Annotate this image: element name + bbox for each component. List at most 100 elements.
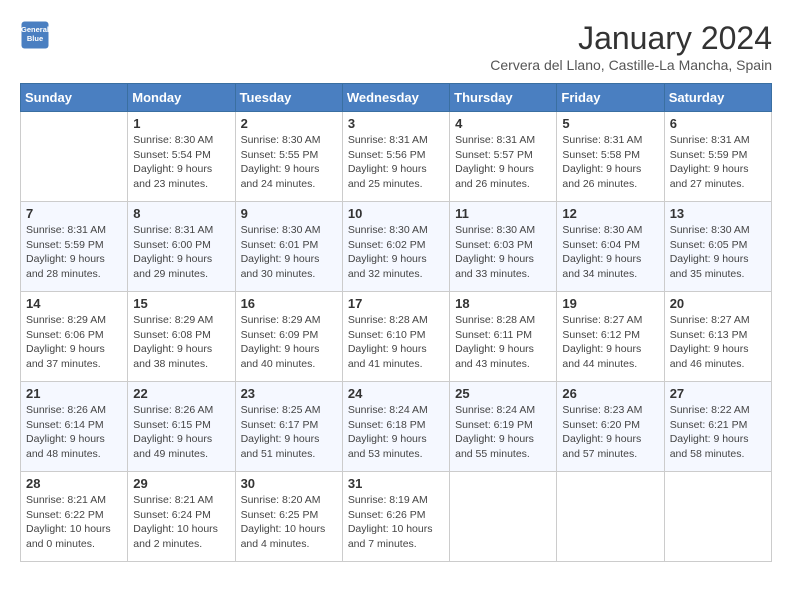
day-info: Sunrise: 8:30 AMSunset: 6:01 PMDaylight:…	[241, 223, 337, 282]
calendar-cell: 23Sunrise: 8:25 AMSunset: 6:17 PMDayligh…	[235, 382, 342, 472]
day-number: 31	[348, 476, 444, 491]
calendar-cell	[557, 472, 664, 562]
title-block: January 2024 Cervera del Llano, Castille…	[490, 20, 772, 73]
logo: General Blue	[20, 20, 50, 50]
day-info: Sunrise: 8:29 AMSunset: 6:09 PMDaylight:…	[241, 313, 337, 372]
week-row-3: 14 Sunrise: 8:29 AMSunset: 6:06 PMDayligh…	[21, 292, 772, 382]
calendar-cell: 3Sunrise: 8:31 AMSunset: 5:56 PMDaylight…	[342, 112, 449, 202]
calendar-cell: 7Sunrise: 8:31 AMSunset: 5:59 PMDaylight…	[21, 202, 128, 292]
day-info: Sunrise: 8:27 AMSunset: 6:13 PMDaylight:…	[670, 313, 766, 372]
day-info: Sunrise: 8:24 AMSunset: 6:19 PMDaylight:…	[455, 403, 551, 462]
calendar-cell: 17Sunrise: 8:28 AMSunset: 6:10 PMDayligh…	[342, 292, 449, 382]
day-info: Sunrise: 8:20 AMSunset: 6:25 PMDaylight:…	[241, 493, 337, 552]
calendar-cell: 24 Sunrise: 8:24 AMSunset: 6:18 PMDayligh…	[342, 382, 449, 472]
calendar-cell: 28 Sunrise: 8:21 AMSunset: 6:22 PMDayligh…	[21, 472, 128, 562]
calendar-cell: 1 Sunrise: 8:30 AMSunset: 5:54 PMDaylight…	[128, 112, 235, 202]
day-number: 13	[670, 206, 766, 221]
day-info: Sunrise: 8:29 AMSunset: 6:08 PMDaylight:…	[133, 313, 229, 372]
col-header-friday: Friday	[557, 84, 664, 112]
calendar-cell: 21 Sunrise: 8:26 AMSunset: 6:14 PMDayligh…	[21, 382, 128, 472]
day-number: 1	[133, 116, 229, 131]
day-info: Sunrise: 8:31 AMSunset: 5:58 PMDaylight:…	[562, 133, 658, 192]
calendar-title: January 2024	[490, 20, 772, 57]
day-number: 6	[670, 116, 766, 131]
day-number: 29	[133, 476, 229, 491]
day-info: Sunrise: 8:30 AMSunset: 6:04 PMDaylight:…	[562, 223, 658, 282]
calendar-cell: 18 Sunrise: 8:28 AMSunset: 6:11 PMDayligh…	[450, 292, 557, 382]
calendar-cell: 14 Sunrise: 8:29 AMSunset: 6:06 PMDayligh…	[21, 292, 128, 382]
day-number: 15	[133, 296, 229, 311]
week-row-2: 7Sunrise: 8:31 AMSunset: 5:59 PMDaylight…	[21, 202, 772, 292]
calendar-cell	[664, 472, 771, 562]
day-number: 25	[455, 386, 551, 401]
day-number: 22	[133, 386, 229, 401]
day-info: Sunrise: 8:30 AMSunset: 6:02 PMDaylight:…	[348, 223, 444, 282]
day-number: 24	[348, 386, 444, 401]
col-header-monday: Monday	[128, 84, 235, 112]
day-info: Sunrise: 8:24 AMSunset: 6:18 PMDaylight:…	[348, 403, 444, 462]
col-header-wednesday: Wednesday	[342, 84, 449, 112]
day-number: 8	[133, 206, 229, 221]
day-number: 10	[348, 206, 444, 221]
day-number: 28	[26, 476, 122, 491]
calendar-cell: 29Sunrise: 8:21 AMSunset: 6:24 PMDayligh…	[128, 472, 235, 562]
day-info: Sunrise: 8:21 AMSunset: 6:22 PMDaylight:…	[26, 493, 122, 552]
calendar-cell: 2 Sunrise: 8:30 AMSunset: 5:55 PMDaylight…	[235, 112, 342, 202]
calendar-cell: 30 Sunrise: 8:20 AMSunset: 6:25 PMDayligh…	[235, 472, 342, 562]
day-number: 16	[241, 296, 337, 311]
page-header: General Blue January 2024 Cervera del Ll…	[20, 20, 772, 73]
day-info: Sunrise: 8:29 AMSunset: 6:06 PMDaylight:…	[26, 313, 122, 372]
calendar-cell: 9 Sunrise: 8:30 AMSunset: 6:01 PMDaylight…	[235, 202, 342, 292]
day-info: Sunrise: 8:26 AMSunset: 6:15 PMDaylight:…	[133, 403, 229, 462]
day-number: 20	[670, 296, 766, 311]
week-row-4: 21 Sunrise: 8:26 AMSunset: 6:14 PMDayligh…	[21, 382, 772, 472]
calendar-cell: 31 Sunrise: 8:19 AMSunset: 6:26 PMDayligh…	[342, 472, 449, 562]
col-header-tuesday: Tuesday	[235, 84, 342, 112]
calendar-table: SundayMondayTuesdayWednesdayThursdayFrid…	[20, 83, 772, 562]
day-number: 19	[562, 296, 658, 311]
col-header-thursday: Thursday	[450, 84, 557, 112]
day-info: Sunrise: 8:26 AMSunset: 6:14 PMDaylight:…	[26, 403, 122, 462]
calendar-cell: 20 Sunrise: 8:27 AMSunset: 6:13 PMDayligh…	[664, 292, 771, 382]
day-number: 14	[26, 296, 122, 311]
day-number: 5	[562, 116, 658, 131]
day-number: 4	[455, 116, 551, 131]
calendar-cell: 8Sunrise: 8:31 AMSunset: 6:00 PMDaylight…	[128, 202, 235, 292]
day-info: Sunrise: 8:23 AMSunset: 6:20 PMDaylight:…	[562, 403, 658, 462]
day-number: 18	[455, 296, 551, 311]
calendar-cell: 10 Sunrise: 8:30 AMSunset: 6:02 PMDayligh…	[342, 202, 449, 292]
calendar-cell: 19Sunrise: 8:27 AMSunset: 6:12 PMDayligh…	[557, 292, 664, 382]
logo-icon: General Blue	[20, 20, 50, 50]
calendar-cell: 25 Sunrise: 8:24 AMSunset: 6:19 PMDayligh…	[450, 382, 557, 472]
calendar-cell: 6 Sunrise: 8:31 AMSunset: 5:59 PMDaylight…	[664, 112, 771, 202]
day-info: Sunrise: 8:30 AMSunset: 6:05 PMDaylight:…	[670, 223, 766, 282]
day-number: 2	[241, 116, 337, 131]
day-info: Sunrise: 8:28 AMSunset: 6:10 PMDaylight:…	[348, 313, 444, 372]
calendar-cell	[21, 112, 128, 202]
day-number: 3	[348, 116, 444, 131]
calendar-cell: 11Sunrise: 8:30 AMSunset: 6:03 PMDayligh…	[450, 202, 557, 292]
day-info: Sunrise: 8:30 AMSunset: 6:03 PMDaylight:…	[455, 223, 551, 282]
day-number: 21	[26, 386, 122, 401]
day-info: Sunrise: 8:28 AMSunset: 6:11 PMDaylight:…	[455, 313, 551, 372]
calendar-cell: 13 Sunrise: 8:30 AMSunset: 6:05 PMDayligh…	[664, 202, 771, 292]
week-row-5: 28 Sunrise: 8:21 AMSunset: 6:22 PMDayligh…	[21, 472, 772, 562]
day-info: Sunrise: 8:19 AMSunset: 6:26 PMDaylight:…	[348, 493, 444, 552]
svg-text:General: General	[21, 25, 49, 34]
calendar-cell: 12Sunrise: 8:30 AMSunset: 6:04 PMDayligh…	[557, 202, 664, 292]
day-number: 23	[241, 386, 337, 401]
day-number: 9	[241, 206, 337, 221]
day-info: Sunrise: 8:30 AMSunset: 5:55 PMDaylight:…	[241, 133, 337, 192]
day-info: Sunrise: 8:30 AMSunset: 5:54 PMDaylight:…	[133, 133, 229, 192]
day-info: Sunrise: 8:31 AMSunset: 5:57 PMDaylight:…	[455, 133, 551, 192]
calendar-cell: 26 Sunrise: 8:23 AMSunset: 6:20 PMDayligh…	[557, 382, 664, 472]
day-info: Sunrise: 8:31 AMSunset: 5:59 PMDaylight:…	[670, 133, 766, 192]
calendar-cell: 22 Sunrise: 8:26 AMSunset: 6:15 PMDayligh…	[128, 382, 235, 472]
calendar-cell: 4 Sunrise: 8:31 AMSunset: 5:57 PMDaylight…	[450, 112, 557, 202]
col-header-sunday: Sunday	[21, 84, 128, 112]
header-row: SundayMondayTuesdayWednesdayThursdayFrid…	[21, 84, 772, 112]
svg-text:Blue: Blue	[27, 34, 43, 43]
day-number: 26	[562, 386, 658, 401]
day-number: 30	[241, 476, 337, 491]
calendar-cell: 27Sunrise: 8:22 AMSunset: 6:21 PMDayligh…	[664, 382, 771, 472]
